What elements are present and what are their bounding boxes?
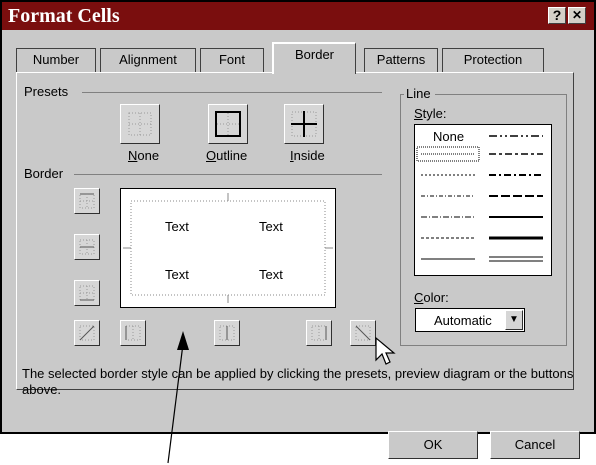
- tab-border[interactable]: Border: [272, 42, 356, 74]
